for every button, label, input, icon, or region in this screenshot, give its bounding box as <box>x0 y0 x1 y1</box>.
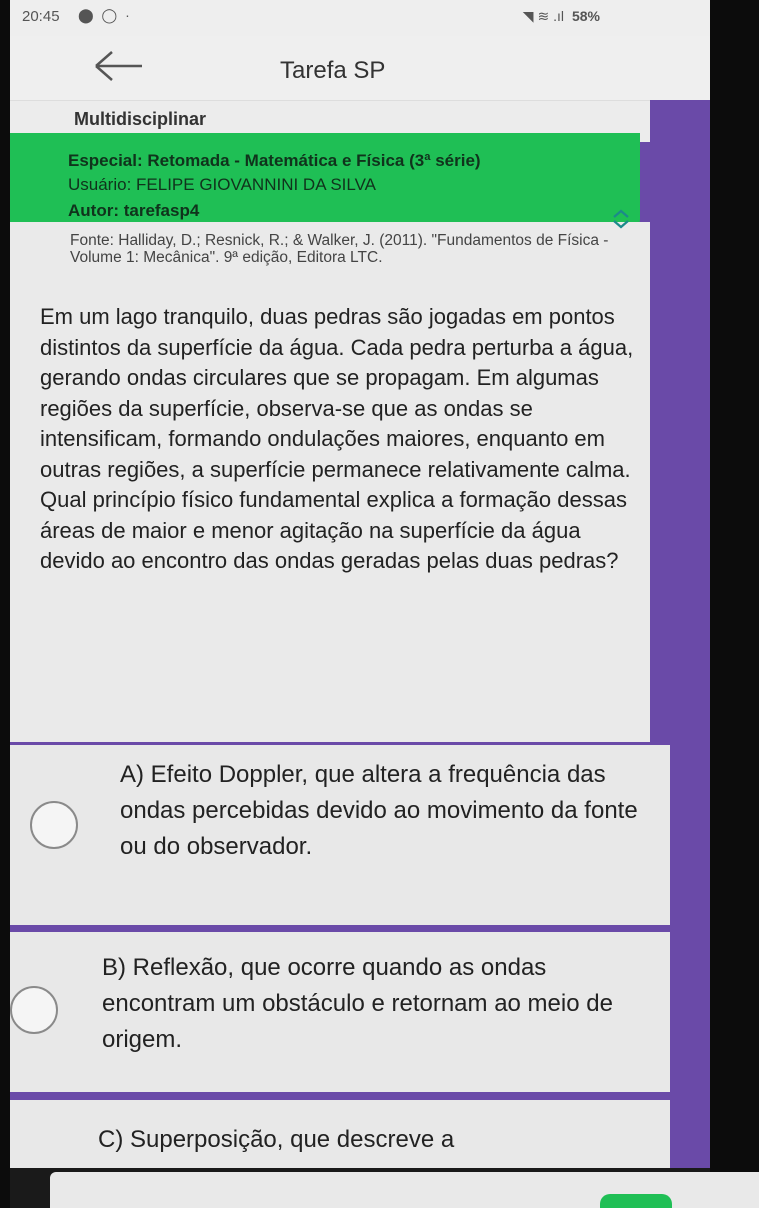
status-right: ◥ ≋ .ıl 58% <box>523 8 600 25</box>
option-c[interactable]: C) Superposição, que descreve a <box>10 1100 670 1170</box>
screen: 20:45 ⬤ ◯ · ◥ ≋ .ıl 58% Tarefa SP Multid… <box>0 0 759 1208</box>
task-header: Especial: Retomada - Matemática e Física… <box>10 133 640 229</box>
special-title: Especial: Retomada - Matemática e Física… <box>68 151 481 170</box>
radio-button[interactable] <box>30 801 78 849</box>
collapse-chevron-icon[interactable] <box>608 208 634 230</box>
question-card: Fonte: Halliday, D.; Resnick, R.; & Walk… <box>10 222 650 742</box>
radio-button[interactable] <box>10 986 58 1034</box>
option-text: C) Superposição, que descreve a <box>98 1126 455 1153</box>
user-name: Usuário: FELIPE GIOVANNINI DA SILVA <box>68 175 376 194</box>
option-a[interactable]: A) Efeito Doppler, que altera a frequênc… <box>10 745 670 925</box>
notification-icons: ⬤ ◯ · <box>78 7 132 23</box>
option-text: A) Efeito Doppler, que altera a frequênc… <box>120 761 638 860</box>
status-time: 20:45 <box>22 8 60 25</box>
option-text: B) Reflexão, que ocorre quando as ondas … <box>102 954 613 1053</box>
app-window: 20:45 ⬤ ◯ · ◥ ≋ .ıl 58% Tarefa SP Multid… <box>10 0 710 1208</box>
category-label: Multidisciplinar <box>74 109 207 129</box>
battery-level: 58% <box>571 8 600 24</box>
app-bar: Tarefa SP <box>10 36 710 100</box>
status-bar: 20:45 ⬤ ◯ · ◥ ≋ .ıl 58% <box>10 0 710 36</box>
app-title: Tarefa SP <box>280 57 386 84</box>
source-citation: Fonte: Halliday, D.; Resnick, R.; & Walk… <box>70 232 609 266</box>
next-button[interactable] <box>600 1194 672 1208</box>
author-name: Autor: tarefasp4 <box>68 201 200 220</box>
back-arrow-icon[interactable] <box>90 46 146 86</box>
question-text: Em um lago tranquilo, duas pedras são jo… <box>40 304 634 573</box>
signal-icon: ◥ ≋ .ıl <box>522 8 564 24</box>
option-b[interactable]: B) Reflexão, que ocorre quando as ondas … <box>10 932 670 1092</box>
